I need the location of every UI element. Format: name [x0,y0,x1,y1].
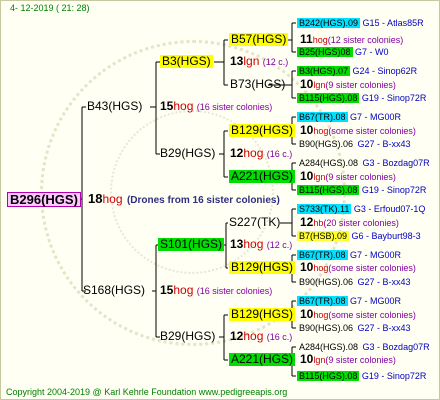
b43-info: 15hog (16 sister colonies) [160,99,273,113]
node-s101: S101(HGS) [158,237,225,251]
node-b29-lower: B29(HGS) [160,329,216,343]
s101-info: 13hog (12 c.) [230,237,293,251]
node-a221-lower: A221(HGS) [229,352,296,366]
node-b129-upper: B129(HGS) [229,123,296,137]
node-a221-upper: A221(HGS) [229,169,296,183]
node-b3: B3(HGS) [160,54,213,68]
node-s168: S168(HGS) [83,283,146,297]
g4-row-11: B67(TR).08 G7 - MG00R [297,250,402,260]
root-info: 18hog (Drones from 16 sister colonies) [88,191,280,206]
node-s227: S227(TK) [229,215,281,229]
b3-info: 13lgn (12 c.) [230,54,289,68]
g4-row-4: B115(HGS).08 G19 - Sinop72R [297,93,427,103]
g4-row-15: A284(HGS).08 G3 - Bozdag07R [299,342,430,352]
g4-row-16: B115(HGS).08 G19 - Sinop72R [297,371,427,381]
node-b29-upper: B29(HGS) [160,146,216,160]
b73-info: 10lgn(9 sister colonies) [300,77,396,91]
copyright: Copyright 2004-2019 @ Karl Kehrle Founda… [6,387,288,397]
root-queen: B296(HGS) [7,192,81,207]
node-b73: B73(HGS) [230,77,286,91]
g4-row-8: B115(HGS).08 G19 - Sinop72R [297,185,427,195]
a221-upper-info: 10lgn(9 sister colonies) [300,169,396,183]
g4-row-12: B90(HGS).06 G27 - B-xx43 [299,277,411,287]
b129-mid-info: 10hog(some sister colonies) [300,260,416,274]
s227-info: 12hb(20 sister colonies) [300,215,399,229]
node-b43: B43(HGS) [87,99,143,113]
date-stamp: 4- 12-2019 ( 21: 28) [10,3,90,13]
g4-row-6: B90(HGS).06 G27 - B-xx43 [299,139,411,149]
b129-lower-info: 10hog(some sister colonies) [300,307,416,321]
node-b129-mid: B129(HGS) [229,260,296,274]
g4-row-14: B90(HGS).06 G27 - B-xx43 [299,323,411,333]
node-b57: B57(HGS) [229,32,289,46]
s168-info: 15hog (16 sister colonies) [160,283,273,297]
b29-upper-info: 12hog (16 c.) [230,146,293,160]
a221-lower-info: 10lgn(9 sister colonies) [300,352,396,366]
g4-row-13: B67(TR).08 G7 - MG00R [297,296,402,306]
g4-row-2: B25(HGS)08 G7 - W0 [297,47,389,57]
node-b129-lower: B129(HGS) [229,307,296,321]
g4-row-3: B3(HGS).07 G24 - Sinop62R [297,66,418,76]
g4-row-9: S733(TK).11 G3 - Erfoud07-1Q [297,204,426,214]
g4-row-10: B7(HSB).09 G6 - Bayburt98-3 [297,231,421,241]
pedigree-chart: 4- 12-2019 ( 21: 28) B296(HGS) 18hog (Dr… [0,0,440,400]
b129-upper-info: 10hog(some sister colonies) [300,123,416,137]
g4-row-5: B67(TR).08 G7 - MG00R [297,112,402,122]
g4-row-7: A284(HGS).08 G3 - Bozdag07R [299,158,430,168]
g4-row-1: B242(HGS).09 G15 - Atlas85R [297,18,424,28]
b29-lower-info: 12hog (16 c.) [230,329,293,343]
b57-info: 11hog(12 sister colonies) [300,32,404,46]
